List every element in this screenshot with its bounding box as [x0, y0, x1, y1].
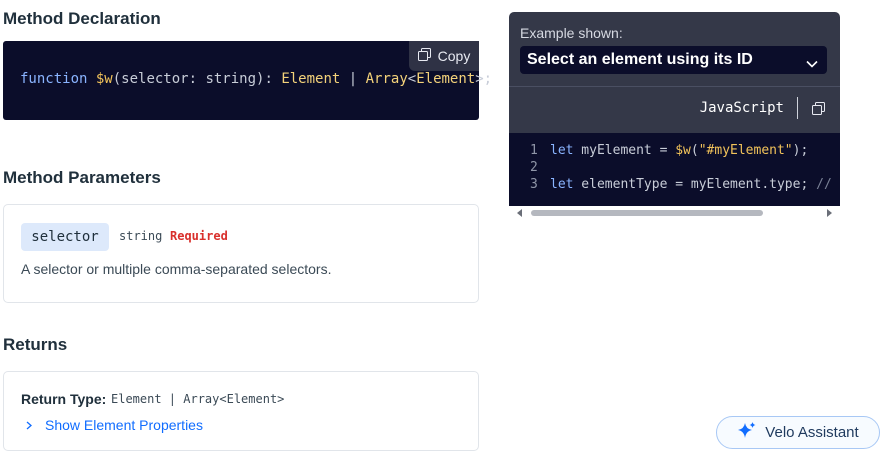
parameter-card: selector string Required A selector or m…: [3, 204, 479, 303]
returns-heading: Returns: [3, 335, 68, 354]
code-token: Element: [416, 71, 476, 87]
method-parameters-heading: Method Parameters: [3, 168, 161, 187]
line-number: 1: [530, 143, 538, 158]
example-selected-value: Select an element using its ID: [527, 51, 753, 68]
scroll-left-arrow-icon[interactable]: [517, 209, 522, 217]
parameter-type: string: [119, 229, 163, 243]
code-token: elementType = myElement.type;: [573, 177, 817, 192]
code-horizontal-scrollbar[interactable]: [509, 206, 840, 220]
scrollbar-thumb[interactable]: [531, 210, 763, 216]
sparkle-icon: [737, 421, 757, 445]
copy-icon: [812, 102, 825, 119]
return-type-label: Return Type:: [21, 391, 107, 407]
code-token: Element: [281, 71, 341, 87]
code-token: |: [340, 71, 366, 87]
line-number: 2: [530, 160, 538, 175]
return-type-value: Element | Array<Element>: [111, 392, 285, 406]
code-token: function: [20, 71, 88, 87]
declaration-code: function $w(selector: string): Element |…: [20, 71, 492, 87]
declaration-code-block: Copy function $w(selector: string): Elem…: [3, 41, 492, 120]
velo-assistant-label: Velo Assistant: [765, 424, 859, 441]
method-declaration-heading: Method Declaration: [3, 9, 161, 28]
code-line: let myElement = $w("#myElement");: [550, 143, 808, 158]
code-token: (: [690, 143, 699, 158]
code-token: let: [550, 143, 574, 158]
returns-card: Return Type: Element | Array<Element> Sh…: [3, 371, 479, 451]
divider: [509, 86, 840, 87]
code-token: //: [816, 177, 832, 192]
code-token: let: [550, 177, 574, 192]
show-element-properties-label: Show Element Properties: [45, 417, 203, 433]
code-token: $w: [675, 143, 691, 158]
copy-button[interactable]: Copy: [409, 41, 479, 71]
code-token: "#myElement": [698, 143, 793, 158]
divider: [797, 97, 798, 119]
code-token: $w: [95, 71, 113, 87]
copy-label: Copy: [437, 48, 471, 64]
code-token: myElement =: [573, 143, 676, 158]
code-token: (selector: string):: [112, 71, 282, 87]
scroll-right-arrow-icon[interactable]: [827, 209, 832, 217]
code-token: >;: [475, 71, 493, 87]
copy-icon: [417, 48, 431, 64]
code-token: <: [407, 71, 417, 87]
parameter-name-tag: selector: [21, 223, 109, 251]
code-token: Array: [365, 71, 408, 87]
velo-assistant-button[interactable]: Velo Assistant: [716, 416, 880, 449]
code-line: let elementType = myElement.type; //: [550, 177, 832, 192]
copy-code-button[interactable]: [812, 102, 825, 120]
show-element-properties-link[interactable]: Show Element Properties: [26, 417, 203, 433]
chevron-right-icon: [26, 417, 32, 433]
parameter-description: A selector or multiple comma-separated s…: [21, 261, 332, 277]
code-token: );: [792, 143, 809, 158]
chevron-down-icon: [806, 55, 818, 73]
required-badge: Required: [170, 229, 228, 243]
example-shown-label: Example shown:: [520, 25, 623, 41]
example-select-dropdown[interactable]: Select an element using its ID: [520, 46, 827, 74]
example-code-block: 1 let myElement = $w("#myElement"); 2 3 let …: [509, 133, 840, 206]
line-number: 3: [530, 177, 538, 192]
example-panel: Example shown: Select an element using i…: [509, 12, 840, 206]
language-label: JavaScript: [699, 100, 784, 116]
